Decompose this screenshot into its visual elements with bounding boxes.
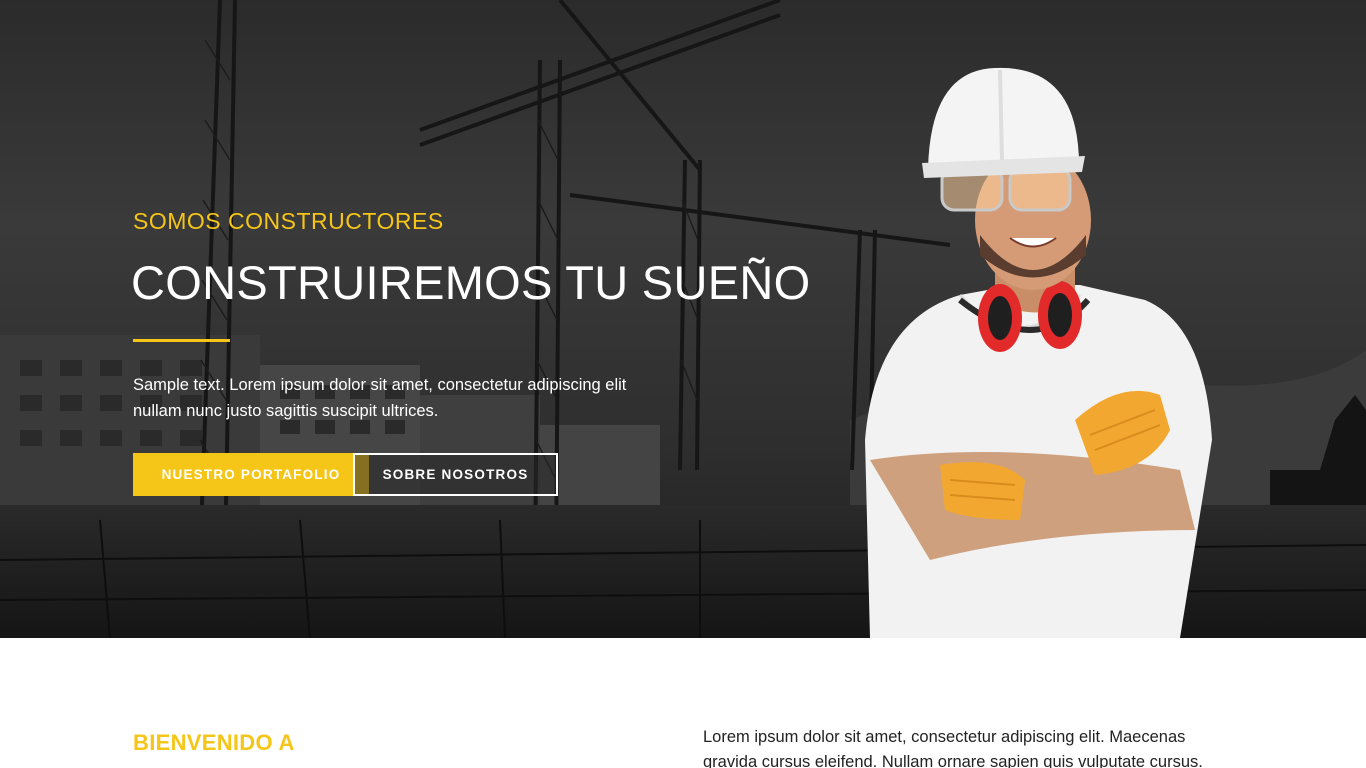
welcome-title: BIENVENIDO A xyxy=(133,730,295,755)
hero-headline: CONSTRUIREMOS TU SUEÑO xyxy=(131,256,811,309)
hero-description: Sample text. Lorem ipsum dolor sit amet,… xyxy=(133,376,627,420)
construction-worker-image xyxy=(865,67,1212,638)
portfolio-button[interactable]: NUESTRO PORTAFOLIO xyxy=(133,453,369,496)
hero-eyebrow: SOMOS CONSTRUCTORES xyxy=(133,208,444,234)
welcome-text: Lorem ipsum dolor sit amet, consectetur … xyxy=(703,728,1203,768)
hero-section: SOMOS CONSTRUCTORES CONSTRUIREMOS TU SUE… xyxy=(0,0,1366,638)
about-us-button[interactable]: SOBRE NOSOTROS xyxy=(353,453,558,496)
accent-divider xyxy=(133,339,230,342)
